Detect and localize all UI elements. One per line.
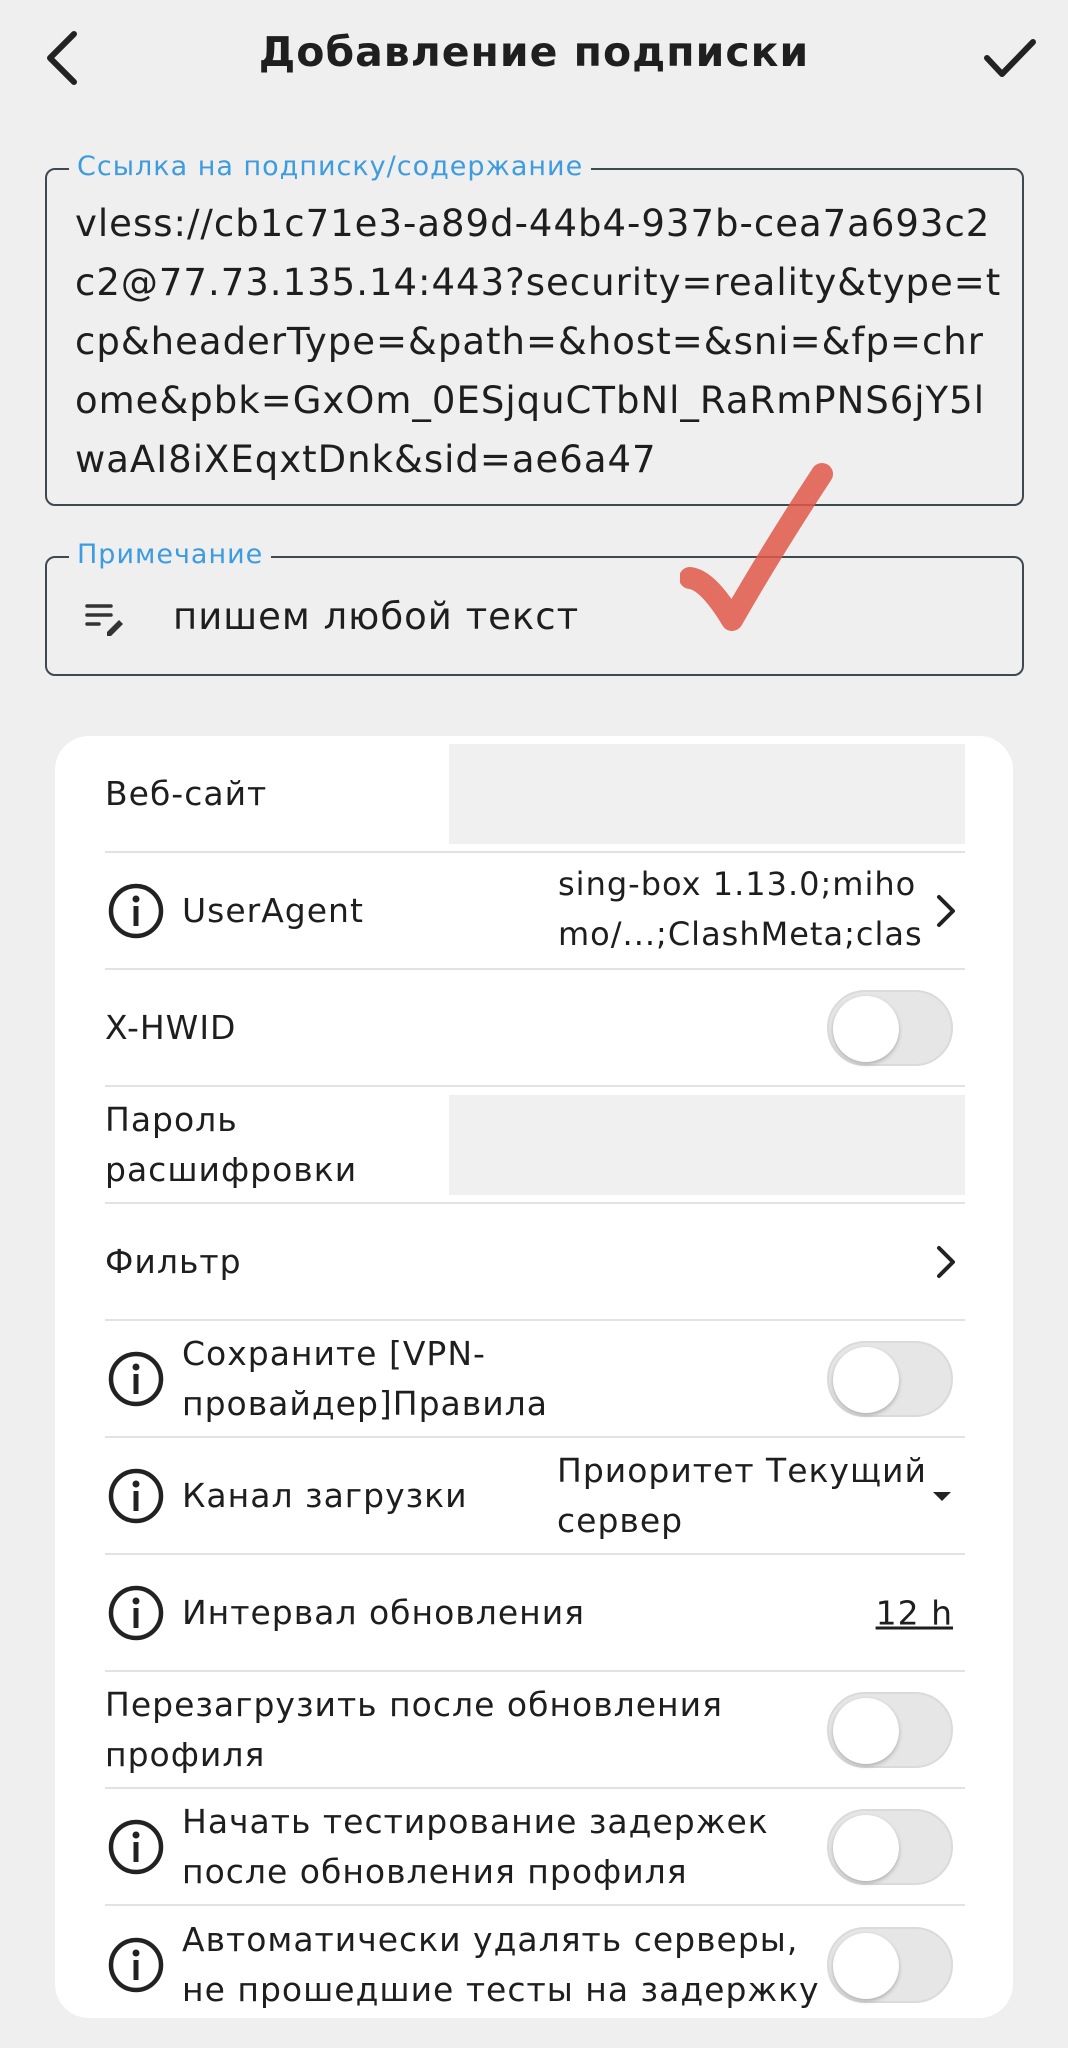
decrypt-password-label: Пароль расшифровки xyxy=(105,1099,358,1189)
add-subscription-screen: Добавление подписки Ссылка на подписку/с… xyxy=(0,0,1068,2048)
latency-test-toggle[interactable] xyxy=(827,1808,953,1885)
info-icon[interactable] xyxy=(107,882,165,940)
toggle-knob xyxy=(833,1697,899,1764)
auto-remove-row: Автоматически удалять серверы, не прошед… xyxy=(105,1906,965,2018)
download-channel-label: Канал загрузки xyxy=(182,1475,468,1515)
chevron-right-icon xyxy=(937,894,955,927)
hwid-toggle[interactable] xyxy=(827,989,953,1066)
download-channel-row[interactable]: Канал загрузки Приоритет Текущий сервер xyxy=(105,1438,965,1555)
update-interval-label: Интервал обновления xyxy=(182,1592,586,1632)
filter-row[interactable]: Фильтр xyxy=(105,1204,965,1321)
info-icon[interactable] xyxy=(107,1467,165,1525)
user-agent-value: sing-box 1.13.0;mihomo/...;ClashMeta;cla… xyxy=(558,865,923,970)
settings-card: Веб-сайт UserAgent sing-box 1.13.0;mihom… xyxy=(55,736,1013,2018)
update-interval-row: Интервал обновления 12 h xyxy=(105,1555,965,1672)
reload-after-update-row: Перезагрузить после обновления профиля xyxy=(105,1672,965,1789)
toggle-knob xyxy=(833,1932,899,1999)
chevron-right-icon xyxy=(937,1245,955,1278)
user-agent-label: UserAgent xyxy=(182,890,364,930)
subscription-url-label: Ссылка на подписку/содержание xyxy=(69,151,592,182)
note-field[interactable]: Примечание xyxy=(45,539,1024,676)
hwid-row: X-HWID xyxy=(105,970,965,1087)
reload-after-update-toggle[interactable] xyxy=(827,1691,953,1768)
note-label: Примечание xyxy=(69,539,272,570)
info-icon[interactable] xyxy=(107,1936,165,1994)
website-input[interactable] xyxy=(449,744,965,844)
subscription-url-input[interactable]: vless://cb1c71e3-a89d-44b4-937b-cea7a693… xyxy=(75,194,1005,489)
auto-remove-toggle[interactable] xyxy=(827,1926,953,2003)
dropdown-arrow-icon xyxy=(933,1491,951,1501)
subscription-url-field[interactable]: Ссылка на подписку/содержание vless://cb… xyxy=(45,151,1024,506)
edit-note-icon xyxy=(85,604,123,636)
website-row: Веб-сайт xyxy=(105,736,965,853)
hwid-label: X-HWID xyxy=(105,1007,237,1047)
page-title: Добавление подписки xyxy=(258,28,810,76)
save-rules-label: Сохраните [VPN-провайдер]Правила xyxy=(182,1333,548,1423)
reload-after-update-label: Перезагрузить после обновления профиля xyxy=(105,1684,723,1774)
save-button[interactable] xyxy=(974,22,1046,94)
latency-test-row: Начать тестирование задержек после обнов… xyxy=(105,1789,965,1906)
decrypt-password-row: Пароль расшифровки xyxy=(105,1087,965,1204)
toggle-knob xyxy=(833,995,899,1062)
info-icon[interactable] xyxy=(107,1584,165,1642)
info-icon[interactable] xyxy=(107,1818,165,1876)
auto-remove-label: Автоматически удалять серверы, не прошед… xyxy=(182,1919,820,2009)
note-input[interactable] xyxy=(173,586,953,646)
decrypt-password-input[interactable] xyxy=(449,1095,965,1195)
filter-label: Фильтр xyxy=(105,1241,242,1281)
save-rules-toggle[interactable] xyxy=(827,1340,953,1417)
website-label: Веб-сайт xyxy=(105,773,268,813)
save-rules-row: Сохраните [VPN-провайдер]Правила xyxy=(105,1321,965,1438)
user-agent-row[interactable]: UserAgent sing-box 1.13.0;mihomo/...;Cla… xyxy=(105,853,965,970)
toggle-knob xyxy=(833,1814,899,1881)
download-channel-select[interactable]: Приоритет Текущий сервер xyxy=(557,1446,937,1546)
toggle-knob xyxy=(833,1346,899,1413)
update-interval-value[interactable]: 12 h xyxy=(876,1593,953,1632)
latency-test-label: Начать тестирование задержек после обнов… xyxy=(182,1801,769,1891)
app-bar: Добавление подписки xyxy=(0,0,1068,116)
check-icon xyxy=(984,39,1036,77)
info-icon[interactable] xyxy=(107,1350,165,1408)
